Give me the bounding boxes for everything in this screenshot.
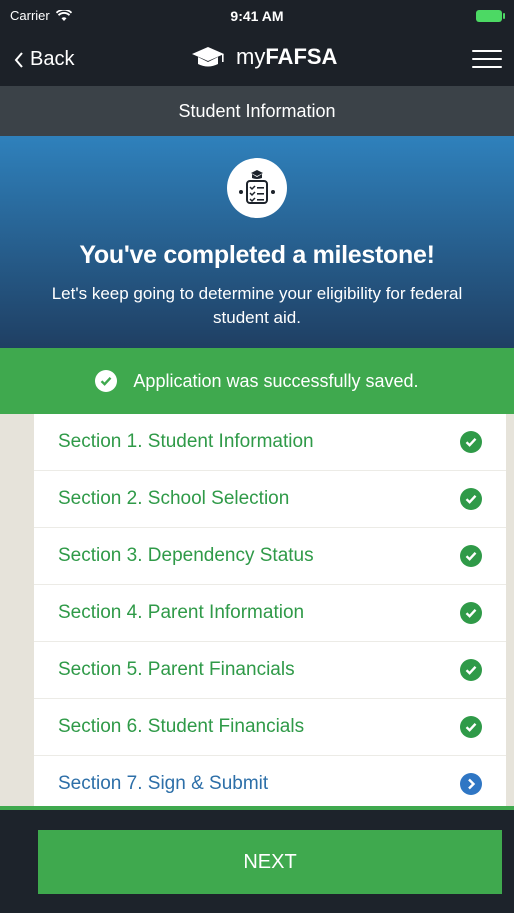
- section-label: Section 5. Parent Financials: [58, 659, 295, 680]
- check-circle-icon: [460, 545, 482, 567]
- check-circle-icon: [460, 716, 482, 738]
- check-circle-icon: [460, 488, 482, 510]
- milestone-headline: You've completed a milestone!: [79, 241, 435, 269]
- brand-suffix: FAFSA: [265, 44, 338, 69]
- section-item-parent-financials[interactable]: Section 5. Parent Financials: [34, 642, 506, 699]
- status-bar: Carrier 9:41 AM: [0, 0, 514, 30]
- nav-bar: Back myFAFSA: [0, 30, 514, 86]
- section-item-parent-information[interactable]: Section 4. Parent Information: [34, 585, 506, 642]
- save-success-banner: Application was successfully saved.: [0, 348, 514, 414]
- back-label: Back: [30, 48, 75, 70]
- milestone-message: Let's keep going to determine your eligi…: [51, 284, 463, 327]
- graduation-cap-icon: [192, 47, 224, 67]
- sections-panel: Section 1. Student Information Section 2…: [0, 414, 514, 813]
- section-item-school-selection[interactable]: Section 2. School Selection: [34, 471, 506, 528]
- chevron-right-circle-icon: [460, 773, 482, 795]
- save-success-message: Application was successfully saved.: [133, 370, 419, 391]
- brand-name: myFAFSA: [236, 44, 337, 70]
- section-label: Section 3. Dependency Status: [58, 545, 314, 566]
- check-circle-icon: [460, 602, 482, 624]
- section-item-sign-and-submit[interactable]: Section 7. Sign & Submit: [34, 756, 506, 813]
- check-circle-icon: [460, 659, 482, 681]
- footer: NEXT: [0, 810, 514, 913]
- status-time: 9:41 AM: [230, 8, 284, 24]
- section-label: Section 7. Sign & Submit: [58, 773, 269, 794]
- battery-icon: [476, 10, 505, 22]
- sections-list: Section 1. Student Information Section 2…: [34, 414, 506, 813]
- section-item-student-financials[interactable]: Section 6. Student Financials: [34, 699, 506, 756]
- next-button[interactable]: NEXT: [38, 830, 502, 894]
- section-item-dependency-status[interactable]: Section 3. Dependency Status: [34, 528, 506, 585]
- chevron-left-icon: [14, 51, 23, 68]
- checklist-graduate-icon: [227, 158, 287, 218]
- section-label: Section 1. Student Information: [58, 431, 314, 452]
- milestone-banner: You've completed a milestone! Let's keep…: [0, 136, 514, 348]
- back-button[interactable]: Back: [14, 48, 74, 71]
- hamburger-menu-icon[interactable]: [472, 50, 502, 70]
- section-label: Section 2. School Selection: [58, 488, 290, 509]
- section-item-student-information[interactable]: Section 1. Student Information: [34, 414, 506, 471]
- section-label: Section 4. Parent Information: [58, 602, 305, 623]
- section-label: Section 6. Student Financials: [58, 716, 305, 737]
- app-logo: myFAFSA: [190, 44, 337, 70]
- check-circle-icon: [95, 370, 118, 392]
- check-circle-icon: [460, 431, 482, 453]
- brand-prefix: my: [236, 44, 266, 69]
- page-title: Student Information: [0, 86, 514, 136]
